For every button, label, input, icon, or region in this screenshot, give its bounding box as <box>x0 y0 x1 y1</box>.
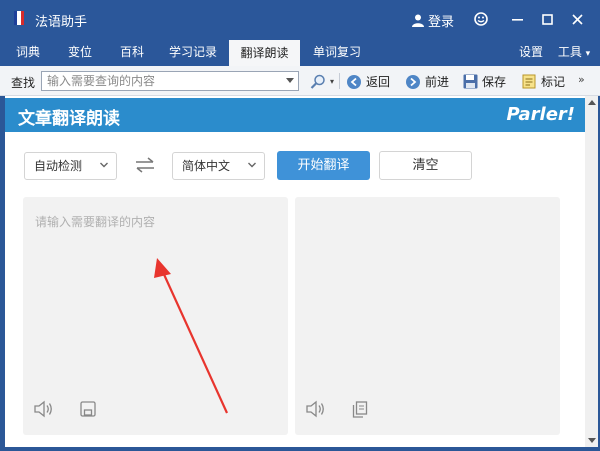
chevron-down-icon <box>100 162 108 168</box>
source-language-value: 自动检测 <box>34 159 83 173</box>
back-button[interactable]: 返回 <box>346 73 390 90</box>
read-aloud-button[interactable] <box>32 398 54 420</box>
source-language-select[interactable]: 自动检测 <box>24 152 117 180</box>
magnifier-icon <box>310 74 325 89</box>
speaker-icon <box>306 400 324 418</box>
floppy-disk-icon <box>463 74 478 89</box>
parler-logo: Parler! <box>506 104 575 125</box>
tools-menu[interactable]: 工具 ▾ <box>552 38 596 66</box>
swap-languages-icon[interactable] <box>135 157 155 173</box>
notepad-icon <box>522 74 536 89</box>
copy-icon <box>352 400 368 418</box>
vertical-scrollbar[interactable] <box>585 96 598 447</box>
close-button[interactable] <box>566 8 588 30</box>
back-label: 返回 <box>366 75 391 89</box>
save-button[interactable]: 保存 <box>463 73 506 90</box>
target-language-select[interactable]: 简体中文 <box>172 152 265 180</box>
maximize-button[interactable] <box>536 8 558 30</box>
close-icon <box>571 13 583 25</box>
user-icon <box>412 14 424 27</box>
minimize-icon <box>511 18 523 21</box>
main-tabs: 词典 变位 百科 学习记录 翻译朗读 单词复习 设置 工具 ▾ <box>0 38 600 66</box>
forward-button[interactable]: 前进 <box>405 73 449 90</box>
forward-arrow-icon <box>406 74 420 89</box>
settings-menu[interactable]: 设置 <box>512 38 550 66</box>
chevron-down-icon: ▾ <box>585 49 591 59</box>
login-label: 登录 <box>428 15 455 30</box>
floppy-disk-icon <box>80 401 96 417</box>
minimize-button[interactable] <box>506 8 528 30</box>
tab-translate-read[interactable]: 翻译朗读 <box>229 40 300 66</box>
translation-result-panel <box>295 197 560 435</box>
title-bar: 法语助手 登录 <box>0 0 600 38</box>
app-logo-icon <box>14 11 24 25</box>
smiley-icon <box>474 12 488 26</box>
search-history-dropdown-icon[interactable] <box>286 78 294 83</box>
back-arrow-icon <box>347 74 361 89</box>
speaker-icon <box>34 400 52 418</box>
search-button[interactable]: ▾ <box>310 73 334 90</box>
search-input[interactable] <box>42 72 278 90</box>
translate-banner: 文章翻译朗读 Parler! <box>5 98 585 132</box>
bookmark-button[interactable]: 标记 <box>522 73 565 90</box>
save-label: 保存 <box>482 75 507 89</box>
start-translate-button[interactable]: 开始翻译 <box>277 151 370 180</box>
tab-study-history[interactable]: 学习记录 <box>160 38 226 66</box>
read-translation-button[interactable] <box>304 398 326 420</box>
bookmark-label: 标记 <box>541 75 566 89</box>
skin-button[interactable] <box>470 8 492 30</box>
toolbar-divider <box>339 73 340 89</box>
translate-panel: 文章翻译朗读 Parler! 自动检测 简体中文 开始翻译 清空 <box>5 96 585 447</box>
annotation-arrow <box>154 258 229 414</box>
save-text-button[interactable] <box>77 398 99 420</box>
copy-translation-button[interactable] <box>349 398 371 420</box>
maximize-icon <box>541 13 553 25</box>
page-title: 文章翻译朗读 <box>18 109 120 129</box>
scroll-up-icon[interactable] <box>588 100 596 105</box>
tab-encyclopedia[interactable]: 百科 <box>108 38 156 66</box>
toolbar-overflow-icon[interactable]: » <box>578 73 585 86</box>
toolbar: 查找 ▾ 返回 前进 保存 标记 » <box>0 66 600 96</box>
clear-button[interactable]: 清空 <box>379 151 472 180</box>
target-language-value: 简体中文 <box>182 159 231 173</box>
tab-dictionary[interactable]: 词典 <box>6 38 50 66</box>
forward-label: 前进 <box>425 75 450 89</box>
tab-word-review[interactable]: 单词复习 <box>304 38 370 66</box>
scroll-down-icon[interactable] <box>588 438 596 443</box>
login-button[interactable]: 登录 <box>412 11 454 30</box>
find-label: 查找 <box>11 76 36 90</box>
chevron-down-icon: ▾ <box>330 77 335 86</box>
chevron-down-icon <box>248 162 256 168</box>
app-title: 法语助手 <box>35 15 88 30</box>
tab-conjugation[interactable]: 变位 <box>56 38 104 66</box>
search-box <box>41 71 299 91</box>
tools-label: 工具 <box>557 45 582 59</box>
